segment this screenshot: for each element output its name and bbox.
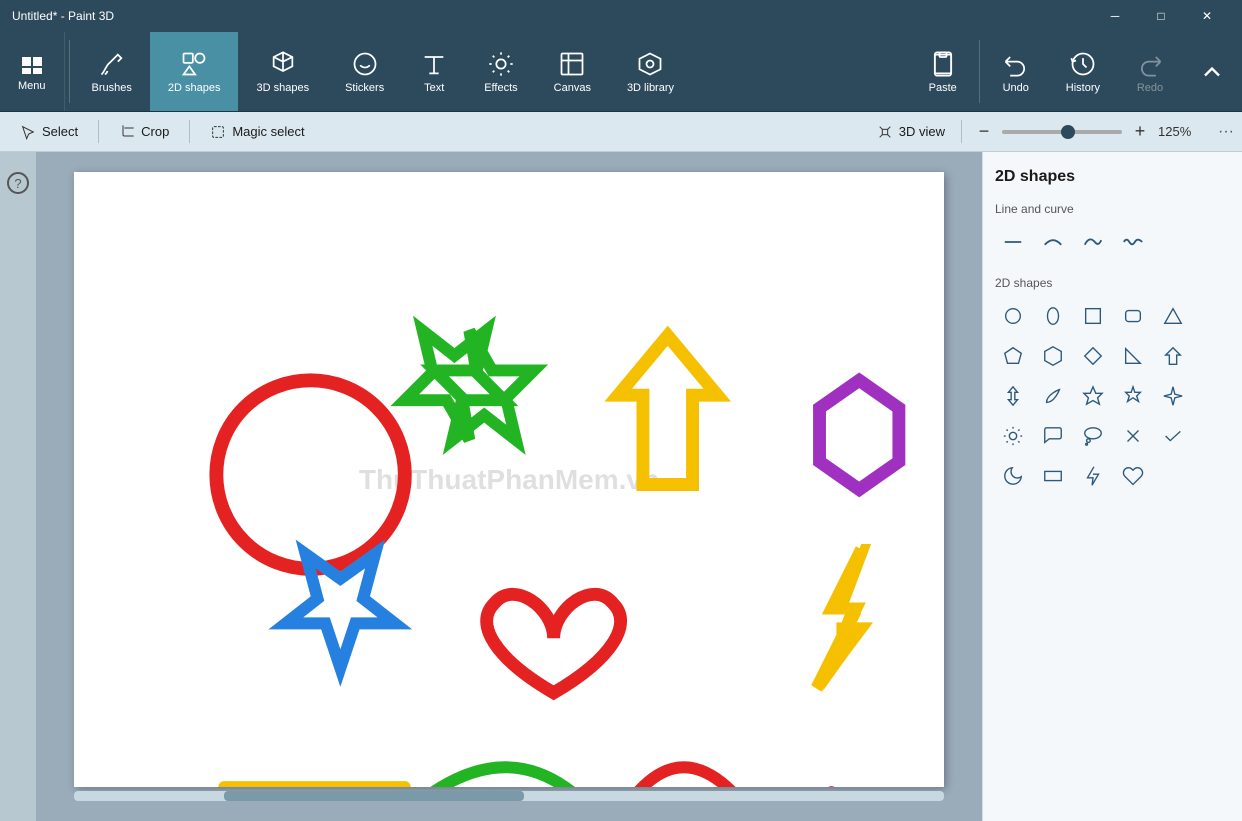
main-area: ? ThuThuatPhanMem.vn [0, 152, 1242, 821]
3dlibrary-label: 3D library [627, 82, 674, 94]
minimize-button[interactable]: ─ [1092, 0, 1138, 32]
wave-shape-btn[interactable] [1115, 224, 1151, 260]
square-shape-btn[interactable] [1075, 298, 1111, 334]
hexagon-shape-btn[interactable] [1035, 338, 1071, 374]
star4-shape-btn[interactable] [1155, 378, 1191, 414]
3d-view-toggle[interactable]: 3D view [861, 124, 961, 140]
effects-tool[interactable]: Effects [466, 32, 535, 111]
triangle-shape-btn[interactable] [1155, 298, 1191, 334]
history-label: History [1066, 82, 1100, 94]
history-tool[interactable]: History [1048, 32, 1118, 111]
more-options-button[interactable]: ··· [1210, 123, 1242, 141]
line-curve-title: Line and curve [995, 202, 1230, 216]
updown-arrow-shape-btn[interactable] [995, 378, 1031, 414]
2dshapes-label: 2D shapes [168, 82, 221, 94]
collapse-button[interactable] [1182, 32, 1242, 111]
redo-label: Redo [1137, 82, 1163, 94]
subbar: Select Crop Magic select 3D view − + 125… [0, 112, 1242, 152]
zoom-slider[interactable] [1002, 130, 1122, 134]
brushes-tool[interactable]: Brushes [74, 32, 150, 111]
line-shapes-grid [995, 224, 1230, 260]
left-hint-panel: ? [0, 152, 36, 821]
right-panel: 2D shapes Line and curve 2D shapes [982, 152, 1242, 821]
undo-label: Undo [1003, 82, 1029, 94]
zoom-controls: − + 125% [962, 121, 1210, 142]
3dshapes-label: 3D shapes [256, 82, 309, 94]
3d-view-label: 3D view [899, 124, 945, 139]
text-tool[interactable]: Text [402, 32, 466, 111]
select-tool[interactable]: Select [0, 112, 98, 151]
oval-shape-btn[interactable] [1035, 298, 1071, 334]
drawing-canvas[interactable]: ThuThuatPhanMem.vn [74, 172, 944, 787]
speech-bubble-shape-btn[interactable] [1035, 418, 1071, 454]
panel-title: 2D shapes [995, 168, 1230, 186]
3dlibrary-tool[interactable]: 3D library [609, 32, 692, 111]
leaf-shape-btn[interactable] [1035, 378, 1071, 414]
line-shape-btn[interactable] [995, 224, 1031, 260]
titlebar-controls: ─ □ ✕ [1092, 0, 1230, 32]
paste-label: Paste [929, 82, 957, 94]
magic-select-tool[interactable]: Magic select [190, 112, 324, 151]
canvas-scroll-thumb[interactable] [224, 791, 524, 801]
2dshapes-tool[interactable]: 2D shapes [150, 32, 239, 111]
arrow-up-shape-btn[interactable] [1155, 338, 1191, 374]
stickers-tool[interactable]: Stickers [327, 32, 402, 111]
curve-shape-btn[interactable] [1075, 224, 1111, 260]
redo-tool[interactable]: Redo [1118, 32, 1182, 111]
star5-shape-btn[interactable] [1075, 378, 1111, 414]
thought-bubble-shape-btn[interactable] [1075, 418, 1111, 454]
small-rect-shape-btn[interactable] [1035, 458, 1071, 494]
maximize-button[interactable]: □ [1138, 0, 1184, 32]
brushes-label: Brushes [92, 82, 132, 94]
zoom-thumb[interactable] [1061, 125, 1075, 139]
rounded-rect-shape-btn[interactable] [1115, 298, 1151, 334]
zoom-out-button[interactable]: − [974, 121, 994, 142]
crop-tool[interactable]: Crop [99, 112, 189, 151]
toolbar-separator [69, 40, 70, 103]
3dshapes-tool[interactable]: 3D shapes [238, 32, 327, 111]
arc-shape-btn[interactable] [1035, 224, 1071, 260]
canvas-shapes [74, 172, 944, 787]
canvas-scrollbar[interactable] [74, 791, 944, 801]
canvas-label: Canvas [554, 82, 591, 94]
stickers-label: Stickers [345, 82, 384, 94]
sun-shape-btn[interactable] [995, 418, 1031, 454]
menu-button[interactable]: Menu [0, 32, 65, 111]
check-shape-btn[interactable] [1155, 418, 1191, 454]
toolbar: Menu Brushes 2D shapes 3D shapes Sticker… [0, 32, 1242, 112]
text-label: Text [424, 82, 444, 94]
effects-label: Effects [484, 82, 517, 94]
menu-label: Menu [18, 80, 46, 92]
magic-select-label: Magic select [232, 124, 304, 139]
right-triangle-shape-btn[interactable] [1115, 338, 1151, 374]
close-button[interactable]: ✕ [1184, 0, 1230, 32]
titlebar: Untitled* - Paint 3D ─ □ ✕ [0, 0, 1242, 32]
select-label: Select [42, 124, 78, 139]
zoom-percent: 125% [1158, 124, 1198, 139]
canvas-tool[interactable]: Canvas [536, 32, 609, 111]
shapes-section-title: 2D shapes [995, 276, 1230, 290]
crescent-shape-btn[interactable] [995, 458, 1031, 494]
undo-tool[interactable]: Undo [984, 32, 1048, 111]
pentagon-shape-btn[interactable] [995, 338, 1031, 374]
2d-shapes-grid [995, 298, 1230, 494]
crop-label: Crop [141, 124, 169, 139]
help-button[interactable]: ? [7, 172, 29, 194]
star6-shape-btn[interactable] [1115, 378, 1151, 414]
heart-shape-btn[interactable] [1115, 458, 1151, 494]
paste-tool[interactable]: Paste [911, 32, 975, 111]
circle-shape-btn[interactable] [995, 298, 1031, 334]
diamond-shape-btn[interactable] [1075, 338, 1111, 374]
zoom-in-button[interactable]: + [1130, 121, 1150, 142]
lightning-shape-btn[interactable] [1075, 458, 1111, 494]
canvas-area[interactable]: ThuThuatPhanMem.vn [36, 152, 982, 821]
cross-shape-btn[interactable] [1115, 418, 1151, 454]
titlebar-title: Untitled* - Paint 3D [12, 9, 114, 23]
toolbar-separator-2 [979, 40, 980, 103]
